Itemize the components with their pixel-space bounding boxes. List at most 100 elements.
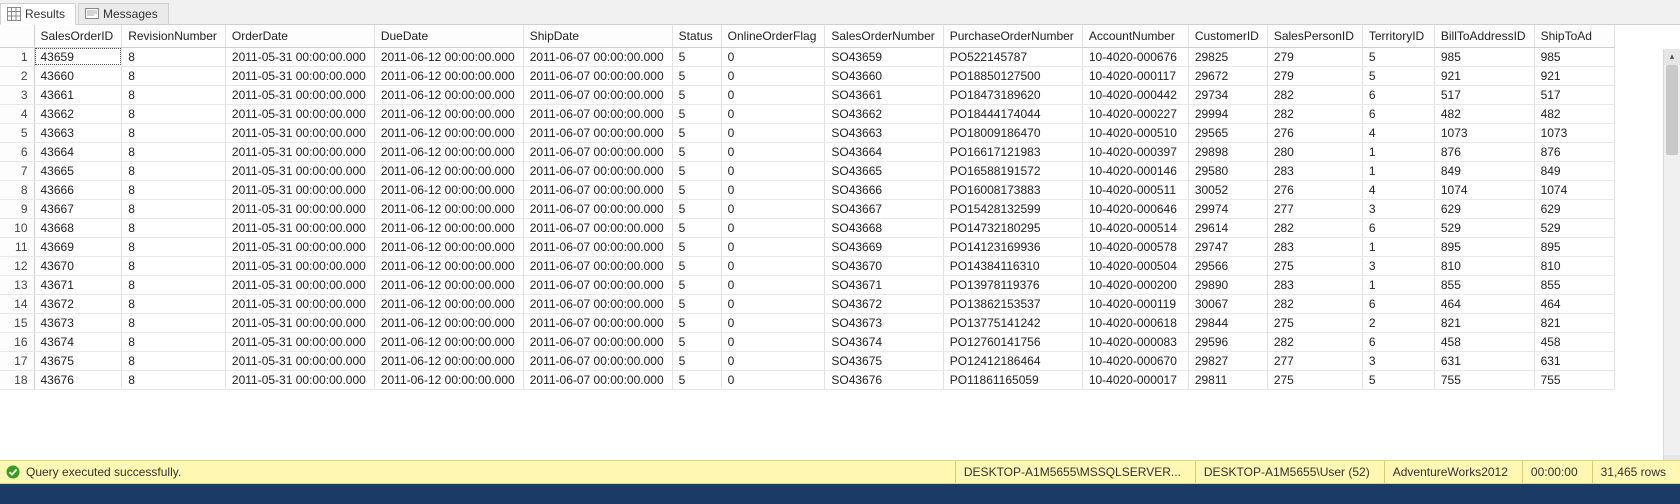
cell[interactable]: 755 [1534,370,1614,389]
cell[interactable]: 279 [1267,47,1362,66]
cell[interactable]: 282 [1267,332,1362,351]
cell[interactable]: 1 [1362,237,1434,256]
cell[interactable]: 282 [1267,218,1362,237]
cell[interactable]: 821 [1534,313,1614,332]
cell[interactable]: 2011-06-12 00:00:00.000 [374,66,523,85]
cell[interactable]: PO16617121983 [943,142,1082,161]
cell[interactable]: 1 [1362,161,1434,180]
cell[interactable]: 2011-05-31 00:00:00.000 [225,104,374,123]
cell[interactable]: 43671 [34,275,122,294]
table-row[interactable]: 24366082011-05-31 00:00:00.0002011-06-12… [0,66,1614,85]
cell[interactable]: 2011-06-07 00:00:00.000 [523,370,672,389]
cell[interactable]: 280 [1267,142,1362,161]
cell[interactable]: 275 [1267,370,1362,389]
table-row[interactable]: 14365982011-05-31 00:00:00.0002011-06-12… [0,47,1614,66]
cell[interactable]: 43670 [34,256,122,275]
cell[interactable]: 29734 [1188,85,1267,104]
cell[interactable]: PO14732180295 [943,218,1082,237]
cell[interactable]: 2011-06-07 00:00:00.000 [523,104,672,123]
cell[interactable]: 849 [1534,161,1614,180]
cell[interactable]: 849 [1434,161,1534,180]
cell[interactable]: 631 [1534,351,1614,370]
cell[interactable]: 8 [122,294,226,313]
cell[interactable]: 29811 [1188,370,1267,389]
cell[interactable]: 2011-06-07 00:00:00.000 [523,66,672,85]
cell[interactable]: 5 [672,199,721,218]
cell[interactable]: 10-4020-000119 [1082,294,1188,313]
cell[interactable]: 2011-05-31 00:00:00.000 [225,370,374,389]
cell[interactable]: 3 [1362,199,1434,218]
cell[interactable]: 2011-06-12 00:00:00.000 [374,294,523,313]
row-number[interactable]: 1 [0,47,34,66]
cell[interactable]: 921 [1434,66,1534,85]
column-header[interactable]: RevisionNumber [122,25,226,47]
row-header-corner[interactable] [0,25,34,47]
cell[interactable]: 282 [1267,294,1362,313]
cell[interactable]: 29747 [1188,237,1267,256]
cell[interactable]: 3 [1362,351,1434,370]
cell[interactable]: 6 [1362,332,1434,351]
cell[interactable]: 5 [672,104,721,123]
cell[interactable]: 2011-05-31 00:00:00.000 [225,66,374,85]
cell[interactable]: 29898 [1188,142,1267,161]
cell[interactable]: SO43669 [825,237,943,256]
cell[interactable]: 2011-06-12 00:00:00.000 [374,199,523,218]
row-number[interactable]: 6 [0,142,34,161]
cell[interactable]: 29580 [1188,161,1267,180]
cell[interactable]: 2011-06-07 00:00:00.000 [523,123,672,142]
column-header[interactable]: AccountNumber [1082,25,1188,47]
table-row[interactable]: 34366182011-05-31 00:00:00.0002011-06-12… [0,85,1614,104]
cell[interactable]: 2011-05-31 00:00:00.000 [225,256,374,275]
cell[interactable]: 2011-06-07 00:00:00.000 [523,313,672,332]
cell[interactable]: 2011-06-12 00:00:00.000 [374,85,523,104]
cell[interactable]: SO43667 [825,199,943,218]
cell[interactable]: 8 [122,85,226,104]
cell[interactable]: 43665 [34,161,122,180]
cell[interactable]: 755 [1434,370,1534,389]
cell[interactable]: 2011-06-12 00:00:00.000 [374,256,523,275]
cell[interactable]: 5 [672,351,721,370]
cell[interactable]: 2011-06-12 00:00:00.000 [374,351,523,370]
cell[interactable]: SO43675 [825,351,943,370]
cell[interactable]: 529 [1534,218,1614,237]
cell[interactable]: SO43668 [825,218,943,237]
column-header[interactable]: SalesOrderNumber [825,25,943,47]
table-row[interactable]: 84366682011-05-31 00:00:00.0002011-06-12… [0,180,1614,199]
table-row[interactable]: 174367582011-05-31 00:00:00.0002011-06-1… [0,351,1614,370]
cell[interactable]: 0 [721,161,825,180]
cell[interactable]: 3 [1362,256,1434,275]
column-header[interactable]: BillToAddressID [1434,25,1534,47]
cell[interactable]: 0 [721,47,825,66]
cell[interactable]: SO43660 [825,66,943,85]
vertical-scrollbar[interactable]: ▴ ▾ [1663,49,1680,469]
cell[interactable]: 5 [672,66,721,85]
cell[interactable]: 5 [672,161,721,180]
cell[interactable]: 283 [1267,237,1362,256]
cell[interactable]: 2011-06-07 00:00:00.000 [523,256,672,275]
cell[interactable]: 2011-06-07 00:00:00.000 [523,180,672,199]
cell[interactable]: 6 [1362,85,1434,104]
cell[interactable]: 43664 [34,142,122,161]
cell[interactable]: 29827 [1188,351,1267,370]
cell[interactable]: 43669 [34,237,122,256]
cell[interactable]: 2011-05-31 00:00:00.000 [225,161,374,180]
cell[interactable]: 5 [672,47,721,66]
cell[interactable]: 482 [1434,104,1534,123]
cell[interactable]: SO43665 [825,161,943,180]
row-number[interactable]: 3 [0,85,34,104]
cell[interactable]: 10-4020-000083 [1082,332,1188,351]
cell[interactable]: 29596 [1188,332,1267,351]
scroll-thumb[interactable] [1666,65,1678,155]
row-number[interactable]: 15 [0,313,34,332]
cell[interactable]: SO43674 [825,332,943,351]
cell[interactable]: 5 [672,218,721,237]
cell[interactable]: 5 [672,313,721,332]
cell[interactable]: PO14384116310 [943,256,1082,275]
cell[interactable]: 29614 [1188,218,1267,237]
cell[interactable]: 458 [1434,332,1534,351]
cell[interactable]: 6 [1362,218,1434,237]
cell[interactable]: 2011-06-12 00:00:00.000 [374,332,523,351]
cell[interactable]: 43672 [34,294,122,313]
cell[interactable]: PO11861165059 [943,370,1082,389]
cell[interactable]: 10-4020-000227 [1082,104,1188,123]
